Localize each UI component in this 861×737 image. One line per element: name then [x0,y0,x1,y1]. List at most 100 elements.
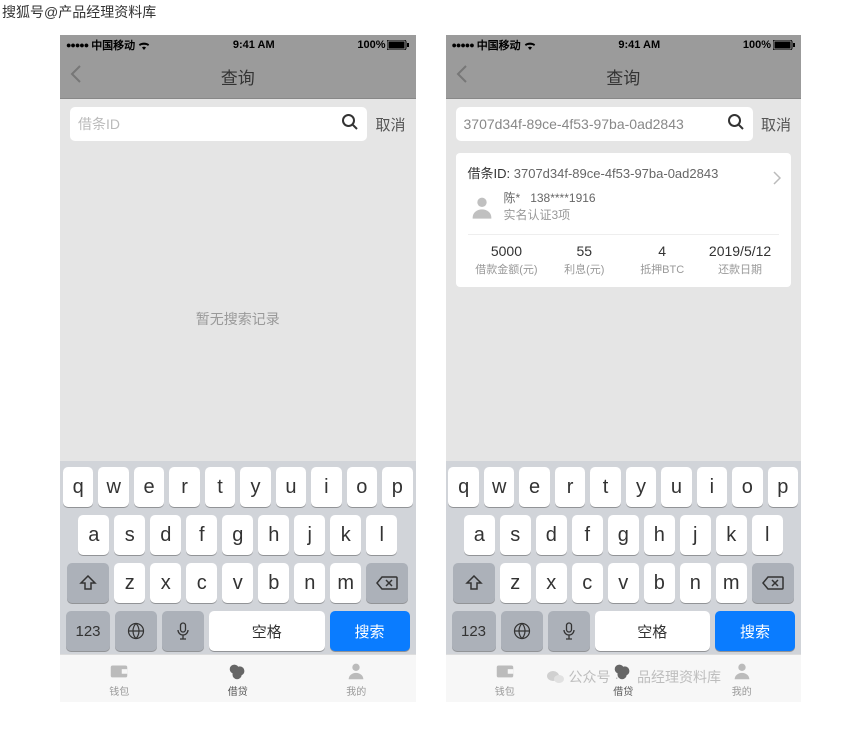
key-e[interactable]: e [519,467,549,507]
key-q[interactable]: q [448,467,478,507]
search-icon[interactable] [341,113,359,136]
nav-bar: 查询 [446,55,802,99]
key-k[interactable]: k [330,515,361,555]
key-y[interactable]: y [240,467,270,507]
key-b[interactable]: b [258,563,289,603]
status-bar: ●●●●● 中国移动 9:41 AM 100% [446,35,802,55]
key-h[interactable]: h [644,515,675,555]
carrier-label: 中国移动 [477,37,521,53]
key-u[interactable]: u [661,467,691,507]
tab-wallet[interactable]: 钱包 [60,655,179,702]
mic-icon [563,622,575,640]
key-j[interactable]: j [680,515,711,555]
key-a[interactable]: a [78,515,109,555]
key-r[interactable]: r [169,467,199,507]
key-v[interactable]: v [222,563,253,603]
key-c[interactable]: c [572,563,603,603]
key-u[interactable]: u [276,467,306,507]
key-v[interactable]: v [608,563,639,603]
key-s[interactable]: s [500,515,531,555]
keyboard-row-4: 123 空格 搜索 [449,611,799,651]
key-p[interactable]: p [382,467,412,507]
cancel-button[interactable]: 取消 [375,114,405,135]
key-123[interactable]: 123 [452,611,496,651]
result-id-row: 借条ID: 3707d34f-89ce-4f53-97ba-0ad2843 [468,163,780,182]
key-shift[interactable] [453,563,495,603]
key-g[interactable]: g [608,515,639,555]
user-icon [731,660,753,682]
key-t[interactable]: t [590,467,620,507]
key-s[interactable]: s [114,515,145,555]
result-card[interactable]: 借条ID: 3707d34f-89ce-4f53-97ba-0ad2843 陈*… [456,153,792,287]
key-w[interactable]: w [484,467,514,507]
keyboard: q w e r t y u i o p a s d f g h j k l [60,461,416,654]
key-q[interactable]: q [63,467,93,507]
search-icon[interactable] [727,113,745,136]
shift-icon [79,575,97,591]
key-backspace[interactable] [366,563,408,603]
key-d[interactable]: d [536,515,567,555]
key-i[interactable]: i [311,467,341,507]
key-h[interactable]: h [258,515,289,555]
search-input[interactable] [78,116,341,132]
stat-amount: 5000 借款金额(元) [468,243,546,277]
key-mic[interactable] [162,611,204,651]
watermark-bottom: 公众号 · 品经理资料库 [547,667,721,687]
key-x[interactable]: x [536,563,567,603]
key-j[interactable]: j [294,515,325,555]
wallet-icon [494,660,516,682]
back-button[interactable] [70,64,82,89]
key-m[interactable]: m [716,563,747,603]
key-p[interactable]: p [768,467,798,507]
key-l[interactable]: l [366,515,397,555]
nav-title: 查询 [446,64,802,89]
key-c[interactable]: c [186,563,217,603]
key-l[interactable]: l [752,515,783,555]
content-area: 暂无搜索记录 [60,149,416,461]
key-w[interactable]: w [98,467,128,507]
key-search[interactable]: 搜索 [330,611,410,651]
key-a[interactable]: a [464,515,495,555]
key-n[interactable]: n [294,563,325,603]
key-x[interactable]: x [150,563,181,603]
search-box[interactable] [70,107,367,141]
key-m[interactable]: m [330,563,361,603]
key-globe[interactable] [115,611,157,651]
key-123[interactable]: 123 [66,611,110,651]
tab-loan[interactable]: 借贷 [179,655,298,702]
keyboard-row-2: a s d f g h j k l [63,515,413,555]
key-y[interactable]: y [626,467,656,507]
key-search[interactable]: 搜索 [715,611,795,651]
key-b[interactable]: b [644,563,675,603]
wifi-icon [524,41,536,50]
key-i[interactable]: i [697,467,727,507]
key-e[interactable]: e [134,467,164,507]
key-space[interactable]: 空格 [209,611,325,651]
key-k[interactable]: k [716,515,747,555]
key-f[interactable]: f [186,515,217,555]
cancel-button[interactable]: 取消 [761,114,791,135]
key-mic[interactable] [548,611,590,651]
signal-dots-icon: ●●●●● [66,40,88,50]
back-button[interactable] [456,64,468,89]
key-z[interactable]: z [500,563,531,603]
result-user-phone: 138****1916 [530,191,595,205]
key-d[interactable]: d [150,515,181,555]
key-o[interactable]: o [347,467,377,507]
key-f[interactable]: f [572,515,603,555]
key-t[interactable]: t [205,467,235,507]
key-space[interactable]: 空格 [595,611,711,651]
search-box[interactable] [456,107,753,141]
key-shift[interactable] [67,563,109,603]
wallet-icon [108,660,130,682]
search-input[interactable] [464,116,727,132]
tab-mine[interactable]: 我的 [297,655,416,702]
key-backspace[interactable] [752,563,794,603]
key-o[interactable]: o [732,467,762,507]
key-r[interactable]: r [555,467,585,507]
key-n[interactable]: n [680,563,711,603]
key-globe[interactable] [501,611,543,651]
key-z[interactable]: z [114,563,145,603]
key-g[interactable]: g [222,515,253,555]
keyboard-row-1: q w e r t y u i o p [449,467,799,507]
